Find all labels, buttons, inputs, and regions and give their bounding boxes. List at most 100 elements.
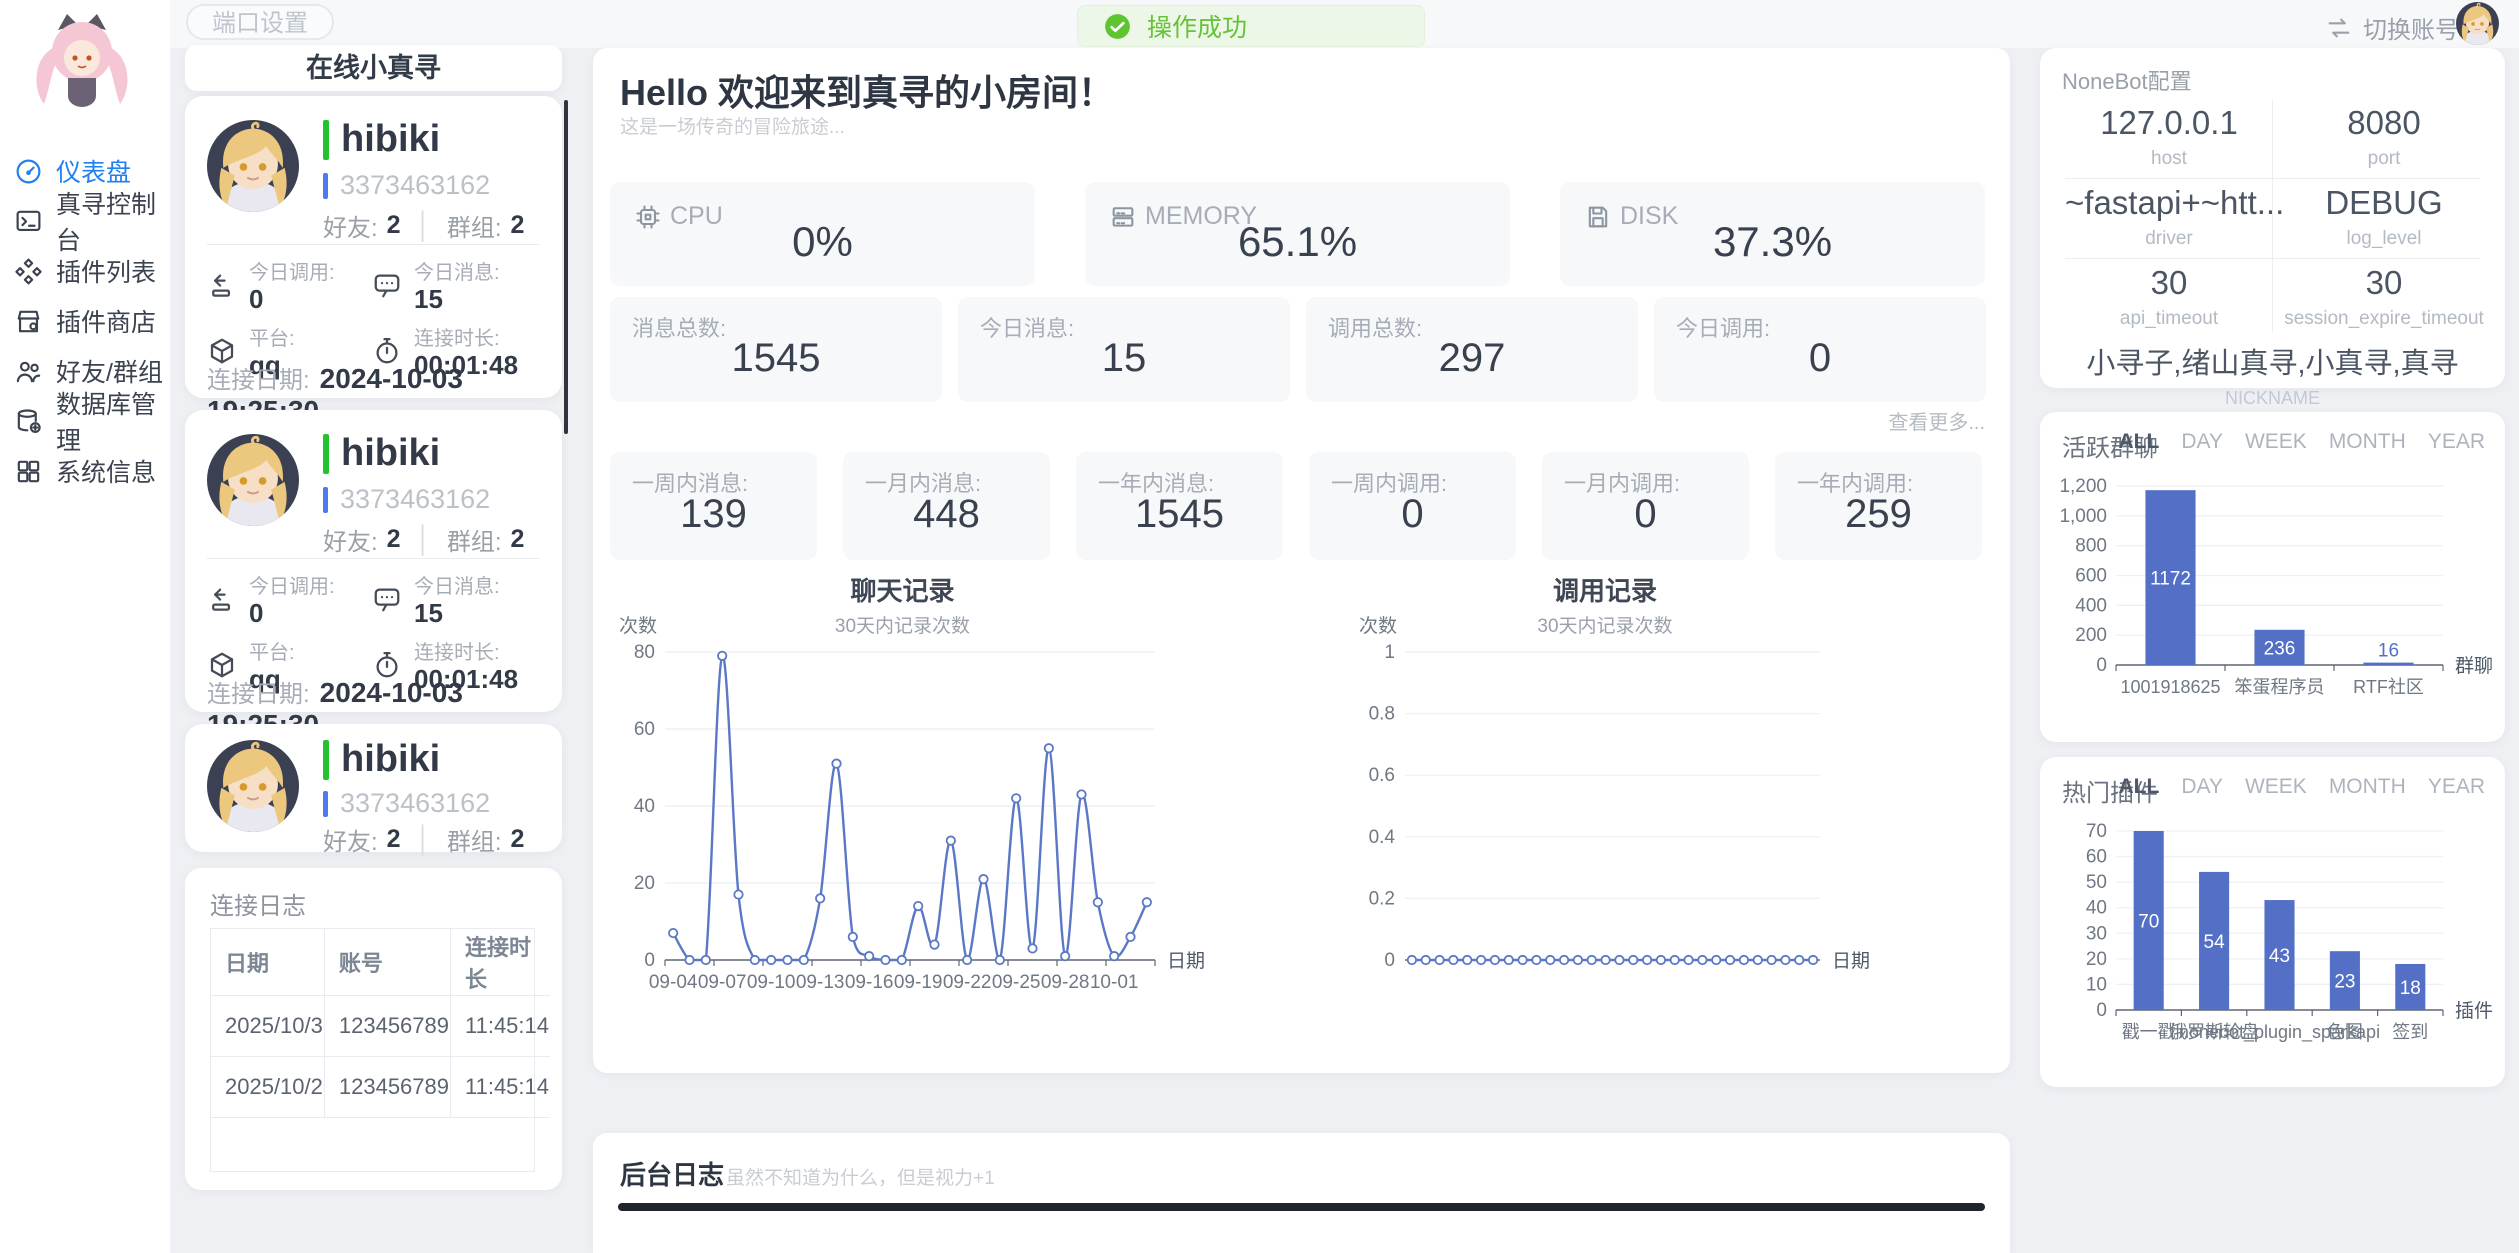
switch-account-label: 切换账号 [2363,10,2459,45]
stat-tile: 一周内调用:0 [1309,452,1516,560]
hot-plugins-chart: 010203040506070插件70戳一戳54俄罗斯轮盘43nonebot_p… [2040,801,2505,1066]
stat-tile: 调用总数:297 [1306,297,1638,402]
duration-icon [372,328,402,358]
range-tab-month[interactable]: MONTH [2329,775,2406,799]
backend-log-title: 后台日志 [620,1155,724,1192]
config-item-log_level: DEBUGlog_level [2280,184,2488,250]
name-accent-bar [323,740,329,780]
id-accent-bar [323,173,328,199]
id-accent-bar [323,791,328,817]
svg-text:60: 60 [634,719,655,740]
bot-card[interactable]: hibiki3373463162好友:2│群组:2 [185,724,562,852]
online-panel-title: 在线小真寻 [185,45,562,91]
range-tab-year[interactable]: YEAR [2428,775,2485,799]
range-tab-all[interactable]: ALL [2119,430,2160,454]
svg-text:23: 23 [2334,972,2355,993]
greeting-subtitle: 这是一场传奇的冒险旅途... [620,112,845,139]
active-groups-tabs: ALL DAY WEEK MONTH YEAR [2119,430,2485,454]
config-divider [2272,100,2273,332]
svg-text:16: 16 [2378,641,2399,662]
friends-icon [14,357,43,386]
svg-text:09-07: 09-07 [698,972,747,993]
switch-account-button[interactable]: 切换账号 [2325,10,2459,45]
log-cell: 123456789 [324,996,450,1057]
friends-groups-row: 好友:2│群组:2 [323,822,524,857]
call-icon [207,576,237,606]
svg-text:20: 20 [634,873,655,894]
hot-plugins-tabs: ALL DAY WEEK MONTH YEAR [2119,775,2485,799]
connection-log-card: 连接日志 日期账号连接时长2025/10/312345678911:45:142… [185,868,562,1190]
message-icon [372,262,402,292]
card-divider [207,244,540,245]
bot-avatar [207,434,299,526]
bot-name: hibiki [341,432,440,475]
sidebar-item-label: 插件商店 [56,303,156,339]
account-avatar[interactable] [2456,2,2499,45]
svg-text:40: 40 [634,796,655,817]
svg-text:0.8: 0.8 [1369,704,1395,725]
connection-log-table: 日期账号连接时长2025/10/312345678911:45:142025/1… [210,928,535,1172]
sidebar-item-store[interactable]: 插件商店 [0,296,170,346]
svg-text:1,000: 1,000 [2059,506,2107,527]
svg-text:色图: 色图 [2327,1022,2363,1042]
range-tab-week[interactable]: WEEK [2245,775,2307,799]
svg-text:800: 800 [2075,536,2107,557]
stat-tile: 一月内调用:0 [1542,452,1749,560]
config-item-driver: ~fastapi+~htt...driver [2065,184,2273,250]
svg-text:400: 400 [2075,595,2107,616]
svg-text:日期: 日期 [1832,950,1870,972]
svg-text:1,200: 1,200 [2059,476,2107,497]
config-item-host: 127.0.0.1host [2065,104,2273,170]
backend-log-card: 后台日志 虽然不知道为什么，但是视力+1 [593,1133,2010,1253]
bot-stat-call: 今日调用:0 [207,570,372,628]
svg-text:50: 50 [2086,872,2107,893]
chat-records-chart: 聊天记录30天内记录次数次数020406080日期09-0409-0709-10… [595,570,1210,1008]
range-tab-day[interactable]: DAY [2181,775,2223,799]
svg-text:群聊: 群聊 [2455,655,2493,677]
nonebot-config-title: NoneBot配置 [2062,64,2192,96]
svg-text:1001918625: 1001918625 [2120,677,2220,697]
mascot-logo [22,6,142,126]
bot-card[interactable]: hibiki3373463162好友:2│群组:2今日调用:0今日消息:15平台… [185,410,562,712]
sidebar-item-label: 系统信息 [56,453,156,489]
bot-id: 3373463162 [340,170,490,201]
svg-text:0: 0 [2096,1000,2107,1021]
stat-tile: 今日调用:0 [1654,297,1986,402]
system-tile-disk: DISK37.3% [1560,182,1985,286]
sidebar-item-system[interactable]: 系统信息 [0,446,170,496]
list-scrollbar[interactable] [564,100,568,434]
svg-text:调用记录: 调用记录 [1553,576,1657,606]
log-column-header: 连接时长 [451,929,551,996]
nonebot-config-card: NoneBot配置 127.0.0.1host8080port~fastapi+… [2040,48,2505,388]
svg-text:RTF社区: RTF社区 [2353,677,2424,697]
sidebar: 仪表盘真寻控制台插件列表插件商店好友/群组数据库管理系统信息 [0,0,170,1253]
see-more-link[interactable]: 查看更多... [1888,406,1985,435]
sidebar-item-console[interactable]: 真寻控制台 [0,196,170,246]
bot-name: hibiki [341,738,440,781]
sidebar-item-label: 好友/群组 [56,353,163,389]
range-tab-week[interactable]: WEEK [2245,430,2307,454]
svg-text:0: 0 [2096,655,2107,676]
sidebar-item-database[interactable]: 数据库管理 [0,396,170,446]
sidebar-item-plugins[interactable]: 插件列表 [0,246,170,296]
range-tab-all[interactable]: ALL [2119,775,2160,799]
port-settings-button[interactable]: 端口设置 [186,4,334,40]
range-tab-day[interactable]: DAY [2181,430,2223,454]
name-accent-bar [323,434,329,474]
range-tab-month[interactable]: MONTH [2329,430,2406,454]
svg-text:54: 54 [2204,932,2226,953]
svg-text:0: 0 [1384,950,1395,971]
svg-text:09-25: 09-25 [992,972,1041,993]
log-table-row: 2025/10/312345678911:45:14 [211,996,550,1057]
range-tab-year[interactable]: YEAR [2428,430,2485,454]
svg-text:09-04: 09-04 [649,972,698,993]
svg-text:30: 30 [2086,923,2107,944]
console-icon [14,207,43,236]
bot-avatar [207,740,299,832]
sidebar-item-label: 数据库管理 [56,385,170,457]
bot-card[interactable]: hibiki3373463162好友:2│群组:2今日调用:0今日消息:15平台… [185,96,562,398]
sidebar-item-label: 插件列表 [56,253,156,289]
log-column-header: 账号 [324,929,450,996]
svg-text:09-19: 09-19 [894,972,943,993]
duration-icon [372,642,402,672]
